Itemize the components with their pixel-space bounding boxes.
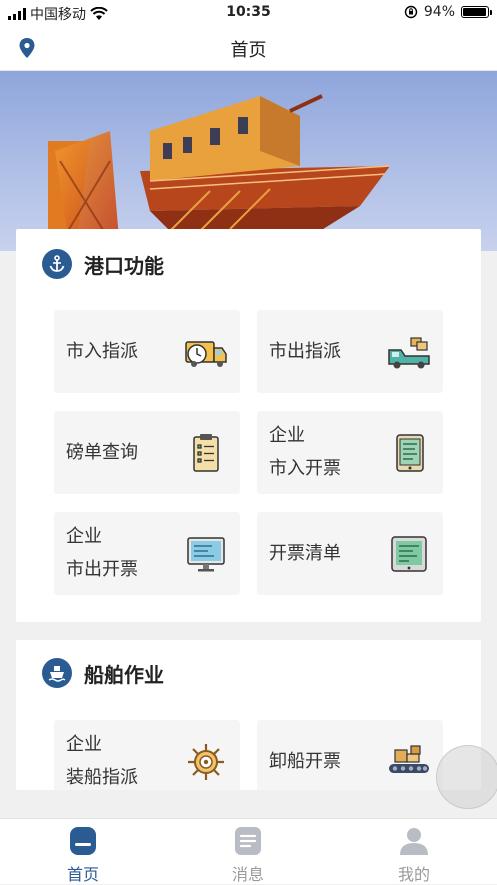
tile-label: 市出指派 (269, 341, 341, 362)
tile-label-line1: 企业 (269, 425, 305, 446)
tab-label: 消息 (231, 865, 264, 884)
ship-operations-card: 船舶作业 企业 装船指派 卸船开票 (16, 640, 481, 790)
tile-city-out-assign[interactable]: 市出指派 (257, 310, 443, 393)
section-title: 港口功能 (84, 253, 164, 278)
section-header: 港口功能 (42, 249, 164, 279)
port-functions-card: 港口功能 市入指派 市出指派 磅单查询 企业 市入开票 企业 市出开票 开票清单 (16, 229, 481, 622)
tile-label-line2: 市入开票 (269, 458, 341, 479)
conveyor-boxes-icon (389, 745, 429, 773)
tab-home[interactable]: 首页 (23, 819, 143, 884)
tab-label: 首页 (66, 865, 99, 884)
pickup-truck-icon (388, 337, 430, 369)
tile-label-line1: 企业 (66, 526, 102, 547)
port-crane-banner (0, 71, 497, 251)
battery-icon (461, 6, 492, 18)
tile-label-line2: 市出开票 (66, 559, 138, 580)
orientation-lock-icon (404, 5, 418, 19)
tab-mine[interactable]: 我的 (354, 819, 474, 884)
status-bar: 中国移动 10:35 94% (0, 0, 497, 26)
section-header: 船舶作业 (42, 658, 164, 688)
ledger-screen-icon (391, 536, 427, 572)
section-title: 船舶作业 (84, 662, 164, 687)
nav-bar: 首页 (0, 26, 497, 71)
tile-label: 开票清单 (269, 543, 341, 564)
tile-label: 市入指派 (66, 341, 138, 362)
tile-weigh-bill-query[interactable]: 磅单查询 (54, 411, 240, 494)
ship-wheel-icon (188, 744, 224, 780)
tile-invoice-list[interactable]: 开票清单 (257, 512, 443, 595)
monitor-icon (187, 537, 225, 572)
battery-percent: 94% (423, 4, 455, 20)
tile-enterprise-city-in-invoice[interactable]: 企业 市入开票 (257, 411, 443, 494)
message-icon (235, 827, 261, 855)
anchor-icon (42, 249, 72, 279)
tile-label: 磅单查询 (66, 442, 138, 463)
tab-messages[interactable]: 消息 (188, 819, 308, 884)
tile-city-in-assign[interactable]: 市入指派 (54, 310, 240, 393)
tab-label: 我的 (397, 865, 430, 884)
ship-icon (42, 658, 72, 688)
assistive-touch-button[interactable] (436, 745, 497, 809)
tile-label-line1: 企业 (66, 734, 102, 755)
tile-label-line2: 装船指派 (66, 767, 138, 788)
tablet-icon (396, 434, 424, 472)
clipboard-icon (193, 434, 219, 472)
tile-enterprise-city-out-invoice[interactable]: 企业 市出开票 (54, 512, 240, 595)
delivery-truck-clock-icon (185, 341, 227, 367)
user-icon (400, 828, 428, 855)
tile-enterprise-ship-loading-assign[interactable]: 企业 装船指派 (54, 720, 240, 790)
page-title: 首页 (230, 40, 267, 61)
tab-bar: 首页 消息 我的 (0, 818, 497, 884)
home-icon (70, 827, 96, 855)
tile-label: 卸船开票 (269, 751, 341, 772)
tile-unload-ship-invoice[interactable]: 卸船开票 (257, 720, 443, 790)
